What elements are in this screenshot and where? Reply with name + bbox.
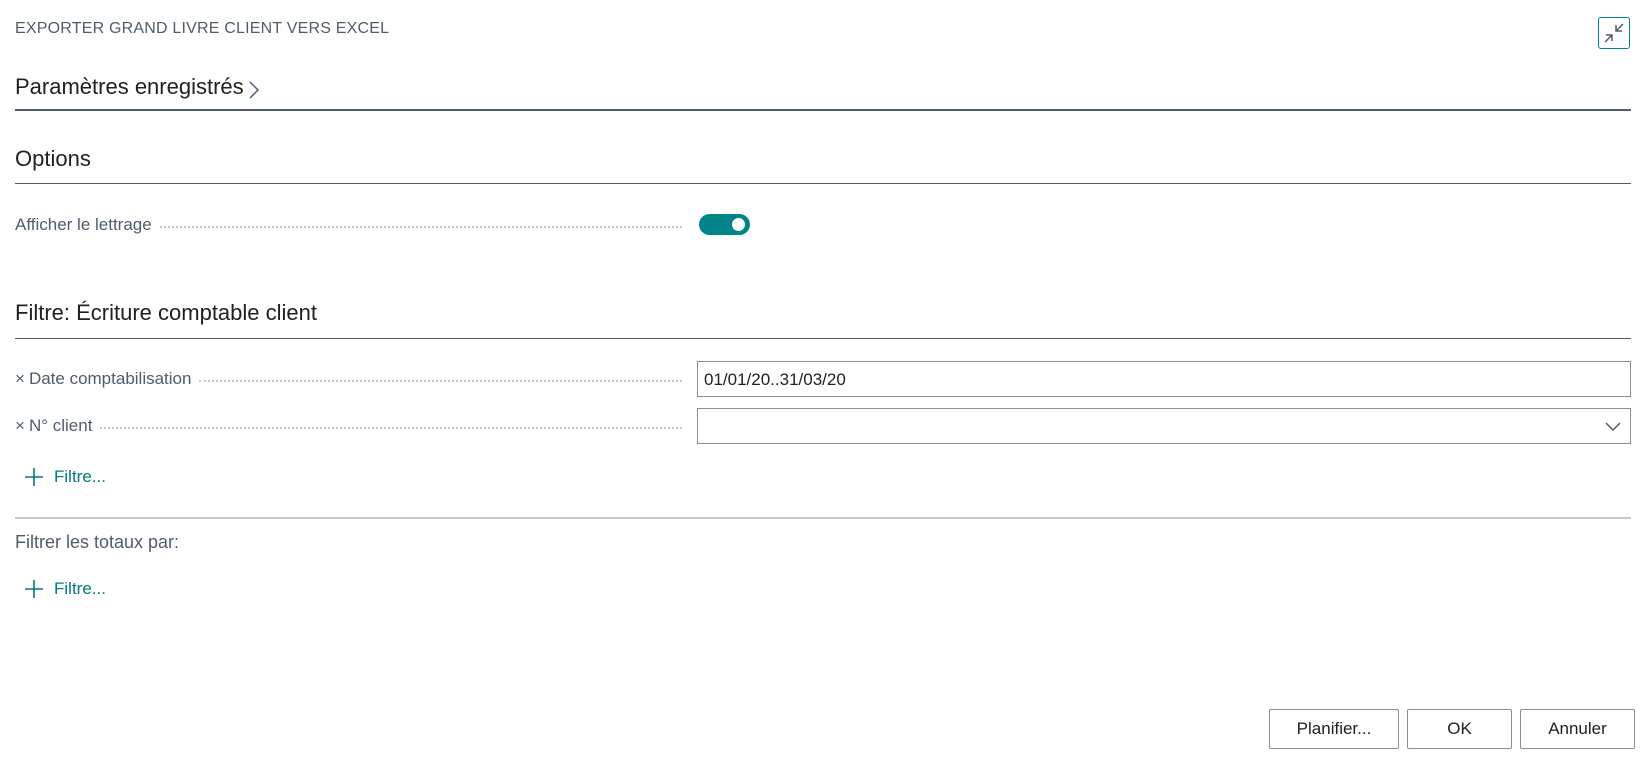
saved-settings-header[interactable]: Paramètres enregistrés [15, 74, 1631, 111]
add-filter-label: Filtre... [54, 467, 106, 486]
ok-button[interactable]: OK [1407, 709, 1512, 749]
plus-icon [25, 580, 43, 598]
filter-heading: Filtre: Écriture comptable client [15, 300, 1631, 339]
collapse-button[interactable] [1598, 17, 1630, 49]
customer-no-select[interactable] [697, 408, 1631, 444]
dotted-leader [100, 427, 682, 429]
close-icon[interactable]: × [15, 369, 25, 389]
show-lettering-toggle[interactable] [699, 214, 750, 235]
cancel-button[interactable]: Annuler [1520, 709, 1635, 749]
chevron-down-icon [1605, 422, 1621, 432]
collapse-arrows-icon [1604, 23, 1624, 43]
add-totals-filter-button[interactable]: Filtre... [24, 579, 106, 599]
add-totals-filter-label: Filtre... [54, 579, 106, 598]
section-divider [15, 517, 1631, 519]
filter-heading-label: Filtre: Écriture comptable client [15, 300, 317, 325]
saved-settings-label: Paramètres enregistrés [15, 74, 244, 99]
dialog-title: EXPORTER GRAND LIVRE CLIENT VERS EXCEL [15, 20, 390, 37]
posting-date-input[interactable]: 01/01/20..31/03/20 [697, 361, 1631, 397]
close-icon[interactable]: × [15, 416, 25, 436]
plus-icon [25, 468, 43, 486]
customer-no-label: × N° client [15, 416, 92, 436]
posting-date-row: × Date comptabilisation [15, 361, 690, 397]
totals-filter-label: Filtrer les totaux par: [15, 532, 180, 552]
dotted-leader [159, 226, 682, 228]
chevron-right-icon [249, 81, 259, 99]
show-lettering-label: Afficher le lettrage [15, 215, 152, 234]
customer-no-row: × N° client [15, 408, 690, 444]
posting-date-label: × Date comptabilisation [15, 369, 191, 389]
add-filter-button[interactable]: Filtre... [24, 467, 106, 487]
options-heading: Options [15, 146, 1631, 184]
show-lettering-row: Afficher le lettrage [15, 207, 690, 243]
customer-no-label-text: N° client [28, 416, 93, 435]
posting-date-label-text: Date comptabilisation [28, 369, 192, 388]
schedule-button[interactable]: Planifier... [1269, 709, 1399, 749]
toggle-knob [732, 218, 745, 231]
dotted-leader [199, 380, 682, 382]
options-heading-label: Options [15, 146, 91, 171]
